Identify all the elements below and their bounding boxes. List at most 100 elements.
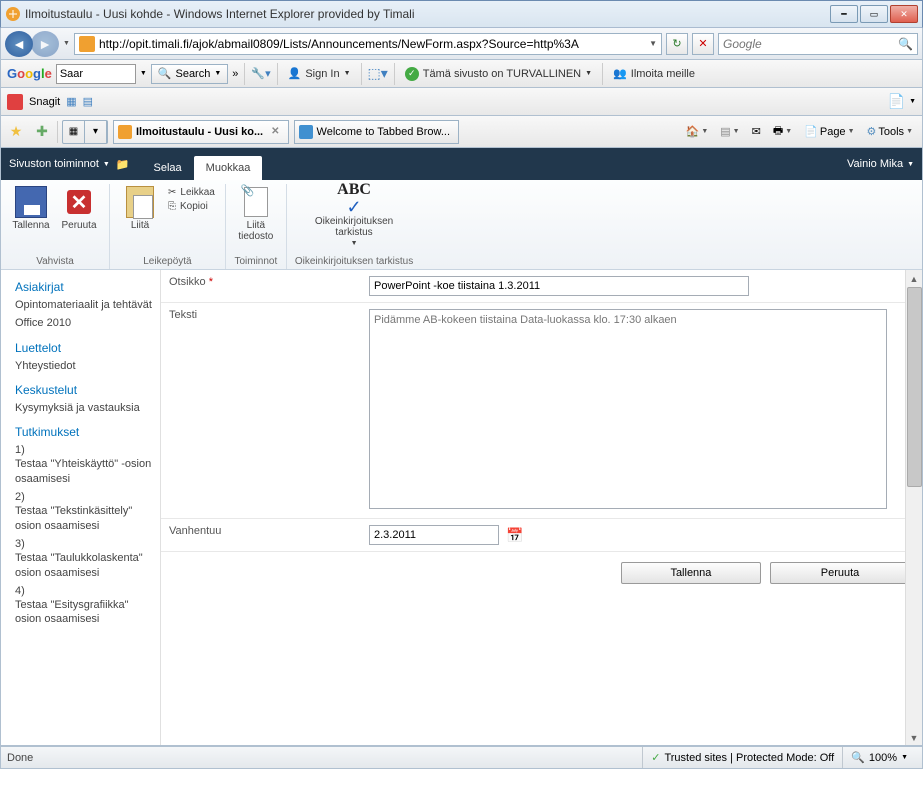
search-icon[interactable]: 🔍 — [898, 37, 913, 51]
url-dropdown[interactable]: ▼ — [649, 39, 657, 48]
scroll-thumb[interactable] — [907, 287, 922, 487]
field-label-title: Otsikko — [169, 276, 206, 288]
navigate-up-icon[interactable]: 📁 — [116, 158, 130, 171]
status-security[interactable]: ✓ Trusted sites | Protected Mode: Off — [642, 747, 842, 768]
add-favorite-icon[interactable]: ✚ — [31, 121, 53, 143]
window-close-button[interactable]: ✕ — [890, 5, 918, 23]
leftnav-link[interactable]: 3) Testaa "Taulukkolaskenta" osion osaam… — [15, 537, 152, 580]
google-wrench-icon[interactable]: 🔧▾ — [251, 67, 270, 80]
ribbon-group-spelling: ABC ✓ Oikeinkirjoituksen tarkistus ▼ Oik… — [287, 184, 421, 269]
google-search-icon: 🔍 — [158, 67, 172, 80]
leftnav-link[interactable]: 1) Testaa "Yhteiskäyttö" -osion osaamise… — [15, 443, 152, 486]
ribbon-group-commit: Tallenna ✕ Peruuta Vahvista — [1, 184, 110, 269]
ribbon-save-button[interactable]: Tallenna — [9, 186, 53, 231]
google-input-dropdown[interactable]: ▼ — [140, 70, 147, 77]
leftnav-heading-lists[interactable]: Luettelot — [15, 341, 152, 355]
ribbon-cut-button[interactable]: ✂Leikkaa — [166, 186, 217, 199]
gear-icon: ⚙ — [867, 125, 877, 138]
nav-history-dropdown[interactable]: ▼ — [63, 40, 70, 47]
tab-ilmoitustaulu[interactable]: Ilmoitustaulu - Uusi ko... ✕ — [113, 120, 289, 144]
url-text: http://opit.timali.fi/ajok/abmail0809/Li… — [99, 37, 645, 51]
window-titlebar: Ilmoitustaulu - Uusi kohde - Windows Int… — [0, 0, 923, 28]
rss-icon: ▤ — [720, 125, 730, 138]
zoom-control[interactable]: 🔍 100% ▼ — [842, 747, 916, 768]
browser-search-box[interactable]: 🔍 — [718, 33, 918, 55]
ribbon-attach-button[interactable]: Liitä tiedosto — [234, 186, 278, 242]
ribbon-spelling-button[interactable]: ABC ✓ Oikeinkirjoituksen tarkistus ▼ — [309, 186, 399, 247]
scrollbar[interactable]: ▲ ▼ — [905, 270, 922, 746]
ribbon-paste-button[interactable]: Liitä — [118, 186, 162, 231]
feeds-button[interactable]: ▤▼ — [715, 121, 744, 143]
leftnav-heading-docs[interactable]: Asiakirjat — [15, 280, 152, 294]
user-menu[interactable]: Vainio Mika ▼ — [847, 158, 914, 170]
google-signin-button[interactable]: 👤 Sign In ▼ — [284, 67, 355, 80]
favorites-star-icon[interactable]: ★ — [5, 121, 27, 143]
google-report-button[interactable]: 👥 Ilmoita meille — [609, 67, 699, 80]
save-icon — [15, 186, 47, 218]
leftnav-link[interactable]: Office 2010 — [15, 316, 152, 330]
nav-forward-button[interactable]: ► — [31, 31, 59, 57]
refresh-button[interactable]: ↻ — [666, 33, 688, 55]
leftnav-heading-surveys[interactable]: Tutkimukset — [15, 425, 152, 439]
mail-icon: ✉ — [752, 125, 761, 138]
cancel-button[interactable]: Peruuta — [770, 562, 910, 584]
calendar-icon[interactable]: 📅 — [506, 527, 522, 543]
tab-favicon-icon — [299, 125, 313, 139]
scroll-up-icon[interactable]: ▲ — [906, 270, 922, 287]
field-label-expires: Vanhentuu — [161, 519, 361, 552]
google-safe-indicator[interactable]: ✓ Tämä sivusto on TURVALLINEN ▼ — [401, 67, 596, 81]
leftnav-link[interactable]: 4) Testaa "Esitysgrafiikka" osion osaami… — [15, 584, 152, 627]
leftnav-link[interactable]: Opintomateriaalit ja tehtävät — [15, 298, 152, 312]
sp-top-bar: Sivuston toiminnot ▼ 📁 Selaa Muokkaa Vai… — [1, 148, 922, 180]
tab-close-icon[interactable]: ✕ — [271, 126, 279, 137]
nav-back-button[interactable]: ◄ — [5, 31, 33, 57]
tab-welcome[interactable]: Welcome to Tabbed Brow... — [294, 120, 460, 144]
leftnav-link[interactable]: Yhteystiedot — [15, 359, 152, 373]
google-share-icon[interactable]: ⬚▾ — [368, 65, 388, 82]
required-indicator: * — [209, 276, 213, 288]
save-button[interactable]: Tallenna — [621, 562, 761, 584]
check-icon: ✓ — [405, 67, 419, 81]
page-menu[interactable]: 📄Page▼ — [799, 121, 859, 143]
site-actions-menu[interactable]: Sivuston toiminnot ▼ — [9, 158, 110, 170]
address-bar[interactable]: http://opit.timali.fi/ajok/abmail0809/Li… — [74, 33, 662, 55]
tab-switcher[interactable]: ▦▾ — [62, 120, 108, 144]
ribbon-group-label: Oikeinkirjoituksen tarkistus — [295, 256, 413, 267]
google-more-icon[interactable]: » — [232, 68, 238, 80]
nav-bar: ◄ ► ▼ http://opit.timali.fi/ajok/abmail0… — [0, 28, 923, 60]
attach-icon — [244, 187, 268, 217]
paste-icon — [126, 186, 154, 218]
tab-browse[interactable]: Selaa — [142, 156, 194, 180]
snagit-view1-icon[interactable]: ▦ — [66, 95, 76, 108]
ribbon-group-label: Vahvista — [36, 256, 74, 267]
expires-input[interactable] — [369, 525, 499, 545]
google-search-button[interactable]: 🔍 Search ▼ — [151, 64, 229, 84]
google-toolbar: Google ▼ 🔍 Search ▼ » 🔧▾ 👤 Sign In ▼ ⬚▾ … — [0, 60, 923, 88]
scroll-down-icon[interactable]: ▼ — [906, 729, 922, 746]
tools-menu[interactable]: ⚙Tools▼ — [862, 121, 919, 143]
leftnav-heading-disc[interactable]: Keskustelut — [15, 383, 152, 397]
tab-favicon-icon — [118, 125, 132, 139]
snagit-pdf-icon[interactable]: 📄 — [888, 93, 905, 110]
sharepoint-page: Sivuston toiminnot ▼ 📁 Selaa Muokkaa Vai… — [0, 148, 923, 746]
window-minimize-button[interactable]: ━ — [830, 5, 858, 23]
window-maximize-button[interactable]: ▭ — [860, 5, 888, 23]
tab-edit[interactable]: Muokkaa — [194, 156, 263, 180]
snagit-label: Snagit — [29, 96, 60, 108]
print-icon: 🖶 — [773, 122, 783, 141]
google-search-input[interactable] — [56, 64, 136, 84]
print-button[interactable]: 🖶▼ — [768, 121, 797, 143]
mail-button[interactable]: ✉ — [747, 121, 766, 143]
title-input[interactable] — [369, 276, 749, 296]
leftnav-link[interactable]: Kysymyksiä ja vastauksia — [15, 401, 152, 415]
url-favicon-icon — [79, 36, 95, 52]
leftnav-link[interactable]: 2) Testaa "Tekstinkäsittely" osion osaam… — [15, 490, 152, 533]
body-textarea[interactable] — [369, 309, 887, 509]
security-icon: ✓ — [651, 751, 660, 764]
stop-button[interactable]: ✕ — [692, 33, 714, 55]
snagit-view2-icon[interactable]: ▤ — [83, 95, 93, 108]
ribbon-cancel-button[interactable]: ✕ Peruuta — [57, 186, 101, 231]
home-button[interactable]: 🏠▼ — [681, 121, 714, 143]
browser-search-input[interactable] — [723, 37, 894, 51]
ribbon-copy-button[interactable]: ⎘Kopioi — [166, 200, 217, 213]
